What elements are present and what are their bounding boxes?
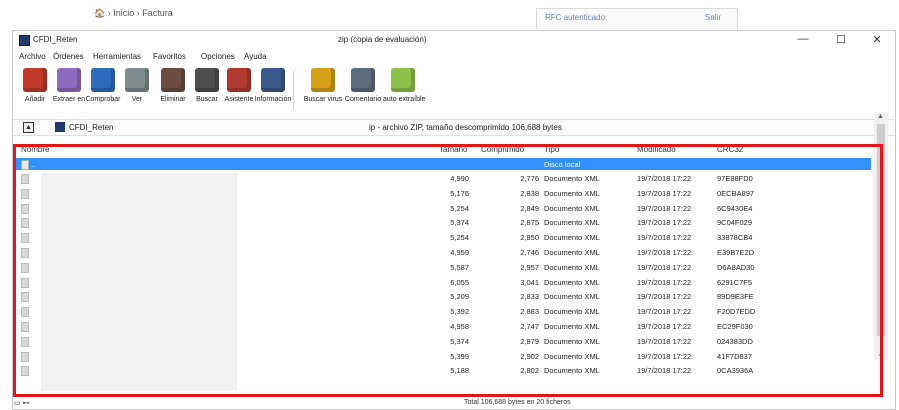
- toolbar-label: Comentario: [344, 96, 382, 103]
- window-title: CFDI_Reten: [33, 35, 78, 44]
- info-icon: [261, 68, 285, 92]
- breadcrumb: 🏠 › Inicio › Factura: [94, 8, 173, 19]
- menu-ordenes[interactable]: Órdenes: [53, 52, 84, 61]
- breadcrumb-factura: Factura: [142, 8, 173, 18]
- menu-herramientas[interactable]: Herramientas: [93, 52, 141, 61]
- address-bar: ▲ CFDI_Reten ip - archivo ZIP, tamaño de…: [13, 119, 895, 136]
- logout-link[interactable]: Salir: [705, 13, 721, 22]
- toolbar-button-comment[interactable]: Comentario: [343, 65, 383, 115]
- archive-icon: [55, 122, 65, 132]
- toolbar-button-info[interactable]: Información: [253, 65, 293, 115]
- rfc-panel: RFC autenticado: Salir: [536, 8, 738, 29]
- toolbar-label: auto extraíble: [383, 96, 426, 103]
- view-icon: [125, 68, 149, 92]
- minimize-button[interactable]: —: [793, 33, 813, 45]
- status-icons[interactable]: ▭ ⊷: [14, 399, 30, 407]
- toolbar-button-view[interactable]: Ver: [117, 65, 157, 115]
- toolbar-label: Ver: [131, 96, 143, 103]
- scroll-up-icon[interactable]: ▲: [877, 113, 884, 120]
- comment-icon: [351, 68, 375, 92]
- extract-icon: [57, 68, 81, 92]
- delete-icon: [161, 68, 185, 92]
- menu-archivo[interactable]: Archivo: [19, 52, 46, 61]
- sfx-icon: [391, 68, 415, 92]
- breadcrumb-inicio[interactable]: Inicio: [113, 8, 134, 18]
- window-subtitle: zip (copia de evaluación): [338, 35, 427, 44]
- menu-ayuda[interactable]: Ayuda: [244, 52, 267, 61]
- menu-opciones[interactable]: Opciones: [201, 52, 235, 61]
- status-bar: ▭ ⊷ Total 106,688 bytes en 20 ficheros: [12, 399, 894, 408]
- toolbar: Añadir Extraer en Comprobar Ver Eliminar Busc…: [13, 65, 895, 115]
- toolbar-button-sfx[interactable]: auto extraíble: [383, 65, 426, 115]
- status-text: Total 106,688 bytes en 20 ficheros: [464, 399, 571, 406]
- highlight-box: [13, 144, 883, 397]
- toolbar-separator: [293, 71, 294, 109]
- breadcrumb-separator: ›: [136, 8, 140, 18]
- breadcrumb-separator: ›: [107, 8, 111, 18]
- page-header: 🏠 › Inicio › Factura RFC autenticado: Sa…: [0, 0, 899, 29]
- up-folder-icon[interactable]: ▲: [23, 122, 34, 133]
- rfc-label: RFC autenticado:: [545, 13, 608, 22]
- close-button[interactable]: ✕: [867, 33, 887, 46]
- title-bar: CFDI_Reten zip (copia de evaluación) — ☐…: [13, 31, 895, 49]
- archive-description: ip - archivo ZIP, tamaño descomprimido 1…: [369, 123, 562, 132]
- toolbar-button-virus-scan[interactable]: Buscar virus: [303, 65, 343, 115]
- winrar-app-icon: [19, 35, 30, 46]
- wizard-icon: [227, 68, 251, 92]
- find-icon: [195, 68, 219, 92]
- home-icon[interactable]: 🏠: [94, 8, 105, 18]
- menu-bar: Archivo Órdenes Herramientas Favoritos O…: [13, 51, 895, 63]
- maximize-button[interactable]: ☐: [831, 33, 851, 46]
- archive-name[interactable]: CFDI_Reten: [69, 123, 113, 132]
- test-icon: [91, 68, 115, 92]
- toolbar-label: Buscar virus: [303, 96, 343, 103]
- add-icon: [23, 68, 47, 92]
- toolbar-label: Información: [254, 96, 292, 103]
- menu-favoritos[interactable]: Favoritos: [153, 52, 186, 61]
- virus-scan-icon: [311, 68, 335, 92]
